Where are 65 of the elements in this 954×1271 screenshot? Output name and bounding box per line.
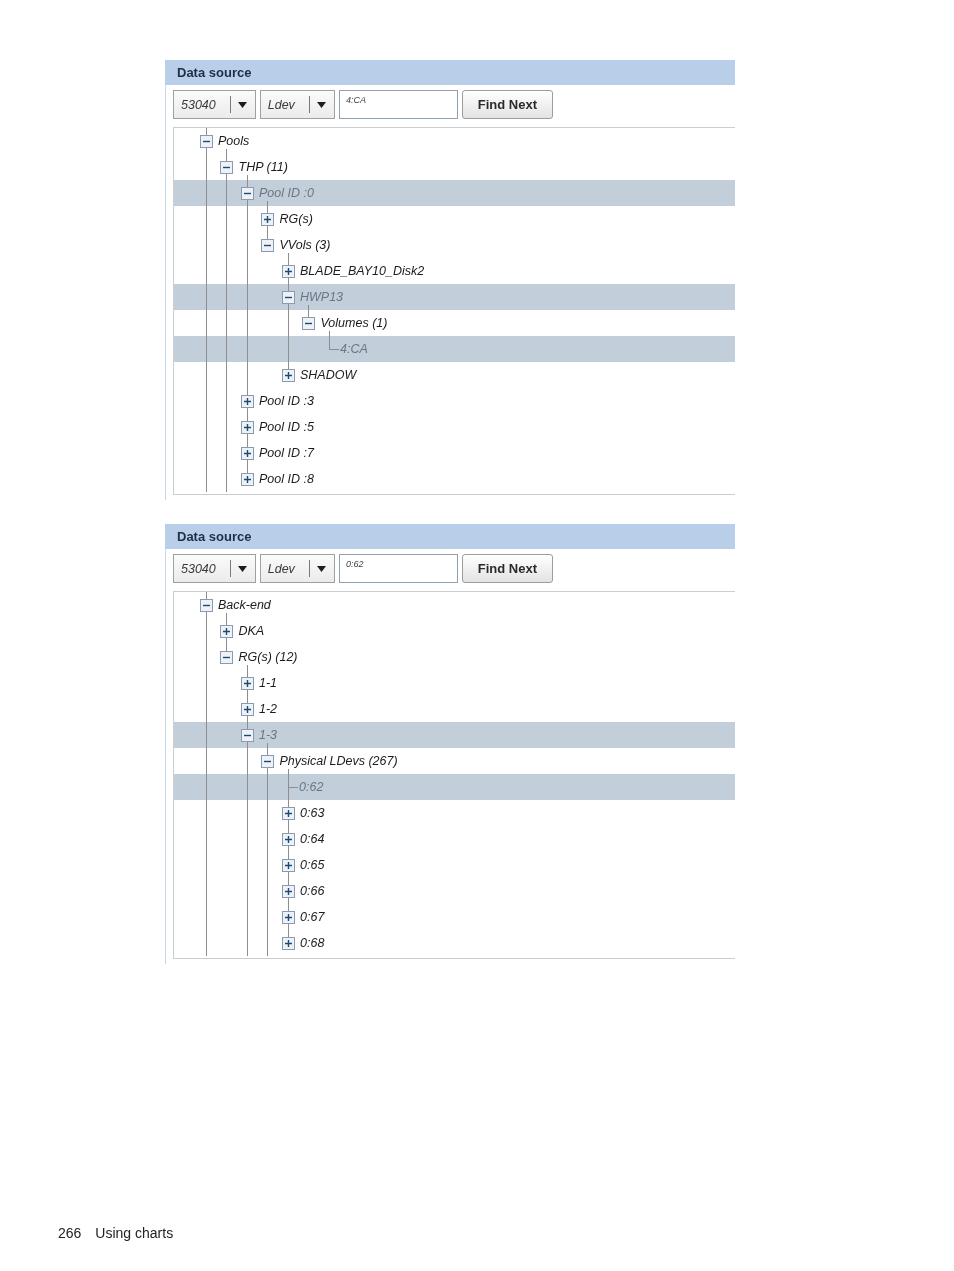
page-number: 266 xyxy=(58,1225,82,1241)
tree-node-label[interactable]: VVols (3) xyxy=(279,238,331,252)
find-next-button[interactable]: Find Next xyxy=(461,554,553,583)
dropdown[interactable]: Ldev xyxy=(259,554,335,583)
minus-box-icon[interactable] xyxy=(281,290,295,304)
tree-node-label[interactable]: Volumes (1) xyxy=(320,316,388,330)
tree-node-label[interactable]: Pool ID :7 xyxy=(259,446,314,460)
section-title: Using charts xyxy=(95,1225,174,1241)
plus-box-icon[interactable] xyxy=(281,910,295,924)
minus-box-icon[interactable] xyxy=(261,754,274,768)
plus-box-icon[interactable] xyxy=(240,394,254,408)
tree-node-label[interactable]: Pool ID :8 xyxy=(259,472,314,486)
search-field[interactable]: 0:62 xyxy=(338,554,458,583)
dropdown[interactable]: 53040 xyxy=(173,554,256,583)
caret-icon xyxy=(317,565,327,572)
plus-box-icon[interactable] xyxy=(281,264,295,278)
tree-node-label[interactable]: Pool ID :5 xyxy=(259,420,314,434)
tree-node-label[interactable]: Physical LDevs (267) xyxy=(279,754,398,768)
tree-node-label[interactable]: 1-2 xyxy=(259,702,278,716)
panel-header: Data source xyxy=(165,524,735,549)
plus-box-icon[interactable] xyxy=(240,420,254,434)
plus-box-icon[interactable] xyxy=(281,936,295,950)
plus-box-icon[interactable] xyxy=(281,806,295,820)
tree-node-label[interactable]: 0:64 xyxy=(300,832,325,846)
plus-box-icon[interactable] xyxy=(240,702,254,716)
dropdown[interactable]: Ldev xyxy=(259,90,335,119)
minus-box-icon[interactable] xyxy=(220,160,233,174)
tree-node-label[interactable]: 0:63 xyxy=(300,806,325,820)
plus-box-icon[interactable] xyxy=(281,858,295,872)
caret-icon xyxy=(317,101,327,108)
minus-box-icon[interactable] xyxy=(199,134,213,148)
minus-box-icon[interactable] xyxy=(302,316,315,330)
tree-node-label[interactable]: Back-end xyxy=(218,598,271,612)
find-next-button[interactable]: Find Next xyxy=(461,90,553,119)
dropdown[interactable]: 53040 xyxy=(173,90,256,119)
tree-node-label[interactable]: 1-1 xyxy=(259,676,278,690)
tree-node-label[interactable]: 0:68 xyxy=(300,936,325,950)
minus-box-icon[interactable] xyxy=(240,728,254,742)
tree-node-label[interactable]: RG(s) (12) xyxy=(238,650,298,664)
plus-box-icon[interactable] xyxy=(281,368,295,382)
tree-node-label[interactable]: Pool ID :3 xyxy=(259,394,314,408)
panel-header: Data source xyxy=(165,60,735,85)
tree-node-label[interactable]: Pools xyxy=(218,134,250,148)
caret-icon xyxy=(238,565,248,572)
plus-box-icon[interactable] xyxy=(281,884,295,898)
tree-node-label[interactable]: SHADOW xyxy=(300,368,357,382)
tree-node-label[interactable]: RG(s) xyxy=(279,212,313,226)
plus-box-icon[interactable] xyxy=(240,446,254,460)
plus-box-icon[interactable] xyxy=(240,676,254,690)
plus-box-icon[interactable] xyxy=(220,624,233,638)
minus-box-icon[interactable] xyxy=(240,186,254,200)
tree-node-label[interactable]: 0:67 xyxy=(300,910,325,924)
caret-icon xyxy=(238,101,248,108)
tree-node-label[interactable]: BLADE_BAY10_Disk2 xyxy=(300,264,425,278)
plus-box-icon[interactable] xyxy=(261,212,274,226)
tree-node-label[interactable]: DKA xyxy=(238,624,265,638)
tree-node-label[interactable]: 0:65 xyxy=(300,858,325,872)
minus-box-icon[interactable] xyxy=(199,598,213,612)
tree-node-label[interactable]: 0:66 xyxy=(300,884,325,898)
plus-box-icon[interactable] xyxy=(281,832,295,846)
plus-box-icon[interactable] xyxy=(240,472,254,486)
minus-box-icon[interactable] xyxy=(261,238,274,252)
search-field[interactable]: 4:CA xyxy=(338,90,458,119)
minus-box-icon[interactable] xyxy=(220,650,233,664)
tree-node-label[interactable]: THP (11) xyxy=(238,160,288,174)
